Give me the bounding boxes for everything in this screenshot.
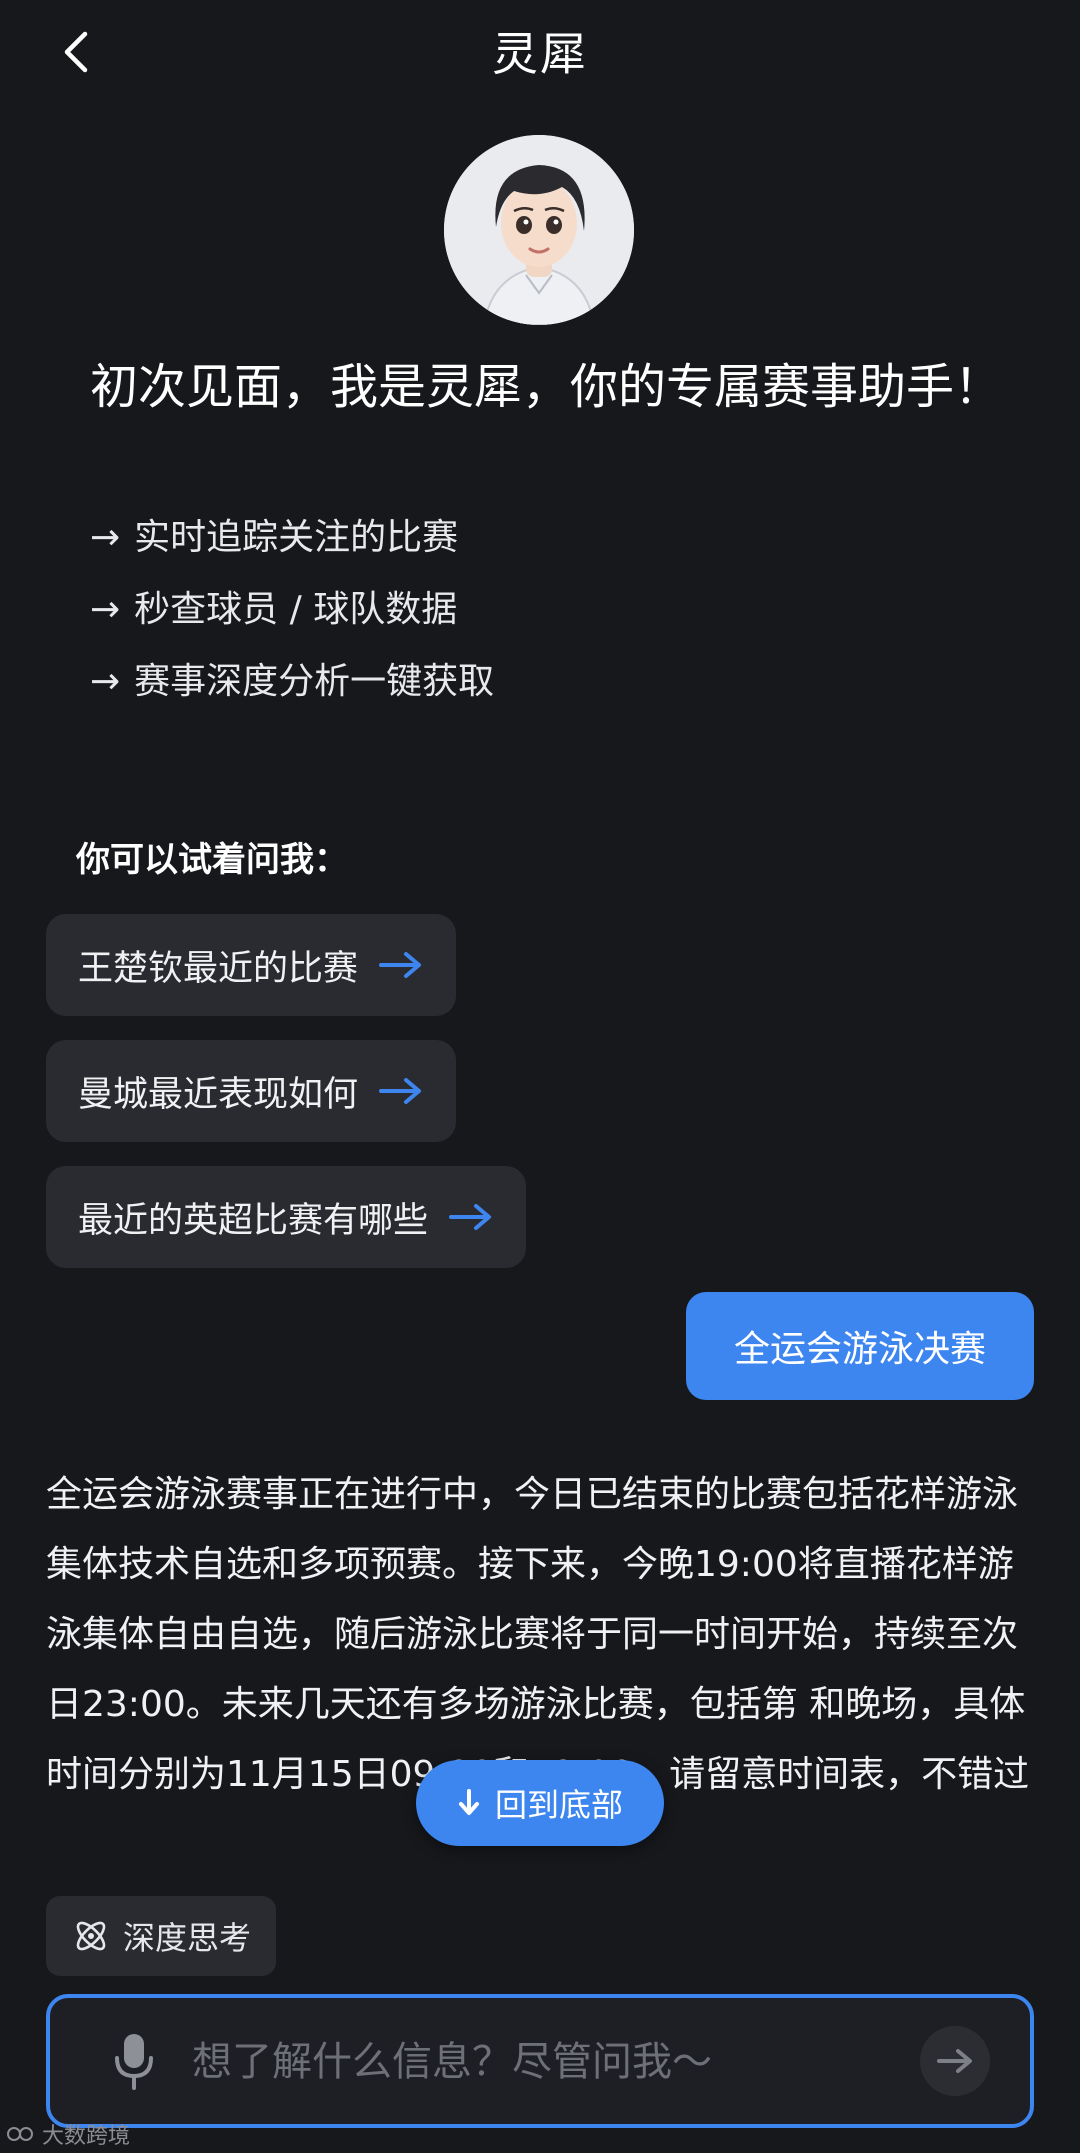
arrow-right-icon xyxy=(449,1204,492,1230)
watermark-text: 大数跨境 xyxy=(42,2124,131,2149)
microphone-icon[interactable] xyxy=(112,2032,156,2092)
header: 灵犀 xyxy=(0,0,1080,110)
message-input[interactable] xyxy=(190,2026,894,2098)
suggestion-label: 王楚钦最近的比赛 xyxy=(78,948,359,989)
arrow-right-icon: → xyxy=(90,517,121,558)
scroll-to-bottom-label: 回到底部 xyxy=(494,1786,623,1824)
feature-text: 秒查球员 / 球队数据 xyxy=(134,589,458,630)
arrow-right-icon: → xyxy=(90,661,121,702)
watermark: 大数跨境 xyxy=(6,2118,130,2150)
feature-text: 赛事深度分析一键获取 xyxy=(134,661,495,702)
user-message-bubble: 全运会游泳决赛 xyxy=(686,1292,1034,1400)
arrow-right-icon xyxy=(379,1078,422,1104)
feature-text: 实时追踪关注的比赛 xyxy=(134,517,459,558)
suggestion-chip[interactable]: 最近的英超比赛有哪些 xyxy=(46,1166,527,1268)
suggestion-chip[interactable]: 王楚钦最近的比赛 xyxy=(46,914,457,1016)
deep-think-label: 深度思考 xyxy=(122,1919,251,1957)
feature-item: → 秒查球员 / 球队数据 xyxy=(90,580,457,632)
assistant-message-text: 全运会游泳赛事正在进行中，今日已结束的比赛包括花样游泳集体技术自选和多项预赛。接… xyxy=(46,1474,1030,1795)
send-button[interactable] xyxy=(920,2026,990,2096)
chat-screen: 灵犀 初次见面，我是灵犀，你的专属赛事助手！ → 实时追踪关注的比赛 → 秒查球员 … xyxy=(0,0,1080,2153)
atom-icon xyxy=(76,1921,106,1951)
arrow-down-icon xyxy=(458,1789,479,1815)
page-title: 灵犀 xyxy=(492,27,588,81)
user-message-text: 全运会游泳决赛 xyxy=(733,1329,986,1370)
deep-think-toggle[interactable]: 深度思考 xyxy=(46,1896,276,1976)
feature-item: → 赛事深度分析一键获取 xyxy=(90,652,494,704)
arrow-right-icon xyxy=(937,2049,972,2073)
suggestion-label: 曼城最近表现如何 xyxy=(78,1074,359,1115)
greeting-text: 初次见面，我是灵犀，你的专属赛事助手！ xyxy=(90,359,1003,415)
suggestions-title: 你可以试着问我： xyxy=(76,840,348,880)
scroll-to-bottom-button[interactable]: 回到底部 xyxy=(416,1760,664,1846)
feature-item: → 实时追踪关注的比赛 xyxy=(90,508,458,560)
message-input-bar xyxy=(46,1994,1034,2128)
watermark-logo-icon xyxy=(7,2127,33,2141)
assistant-avatar-image xyxy=(444,135,634,325)
suggestion-chip[interactable]: 曼城最近表现如何 xyxy=(46,1040,457,1142)
arrow-right-icon xyxy=(379,952,422,978)
arrow-right-icon: → xyxy=(90,589,121,630)
avatar xyxy=(444,135,634,325)
suggestion-label: 最近的英超比赛有哪些 xyxy=(78,1200,429,1241)
